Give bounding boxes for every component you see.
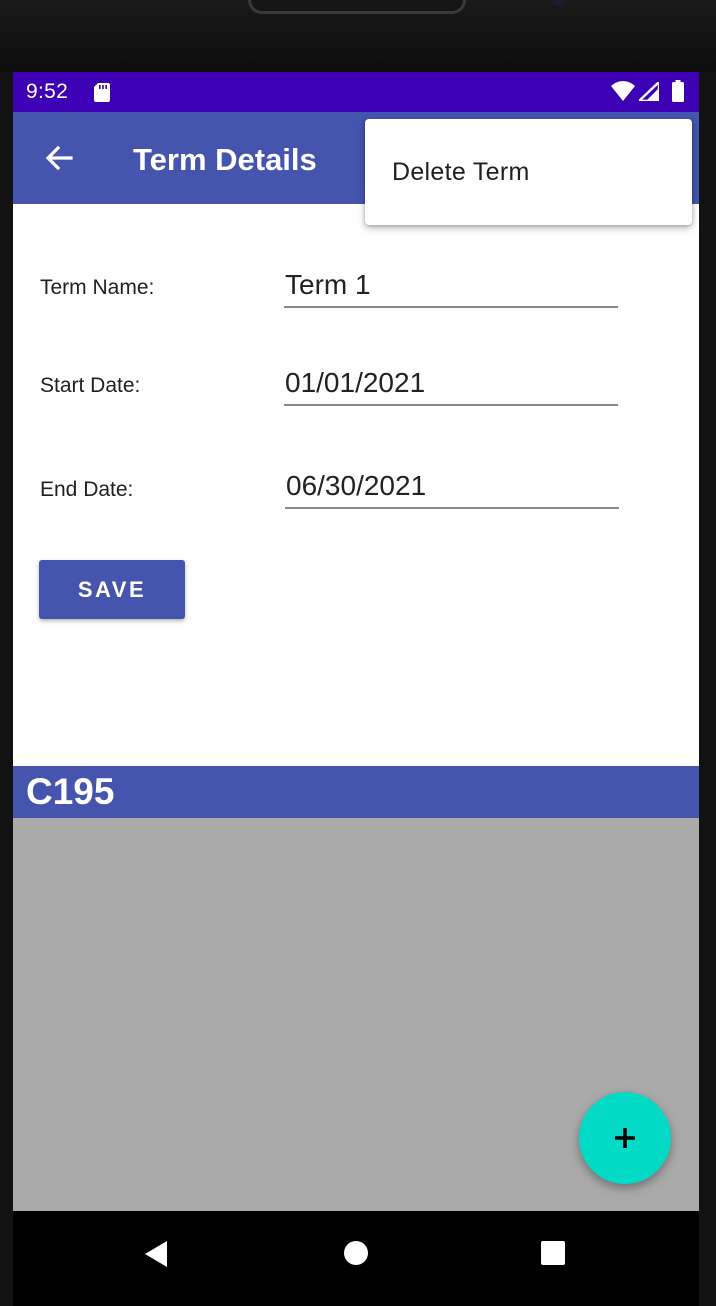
menu-item-delete-term[interactable]: Delete Term — [365, 119, 692, 225]
add-course-button[interactable] — [579, 1092, 671, 1184]
arrow-left-icon[interactable] — [43, 142, 75, 174]
cell-signal-icon — [639, 82, 659, 101]
plus-icon — [615, 1128, 635, 1148]
front-camera — [552, 0, 566, 6]
app-screen: 9:52 Term Details Delete Term Term Name:… — [13, 72, 699, 1306]
term-name-field[interactable] — [284, 264, 618, 308]
overflow-popup-menu: Delete Term — [365, 119, 692, 225]
course-list-item[interactable]: C195 — [13, 766, 699, 818]
system-nav-bar — [13, 1211, 699, 1306]
battery-icon — [672, 80, 684, 102]
term-name-label: Term Name: — [40, 276, 155, 299]
start-date-label: Start Date: — [40, 374, 141, 397]
earpiece-speaker — [248, 0, 466, 14]
nav-recents-icon[interactable] — [540, 1240, 566, 1266]
page-title: Term Details — [133, 142, 317, 177]
sd-card-icon — [94, 83, 110, 102]
status-time: 9:52 — [26, 80, 69, 103]
end-date-label: End Date: — [40, 478, 134, 501]
nav-back-icon[interactable] — [143, 1240, 169, 1268]
save-button[interactable]: SAVE — [39, 560, 185, 619]
start-date-field[interactable] — [284, 362, 618, 406]
phone-top-bezel — [0, 0, 716, 72]
end-date-field[interactable] — [285, 465, 619, 509]
phone-frame: 9:52 Term Details Delete Term Term Name:… — [0, 0, 716, 1306]
status-bar: 9:52 — [13, 72, 699, 112]
wifi-icon — [611, 81, 635, 101]
nav-home-icon[interactable] — [343, 1240, 369, 1266]
